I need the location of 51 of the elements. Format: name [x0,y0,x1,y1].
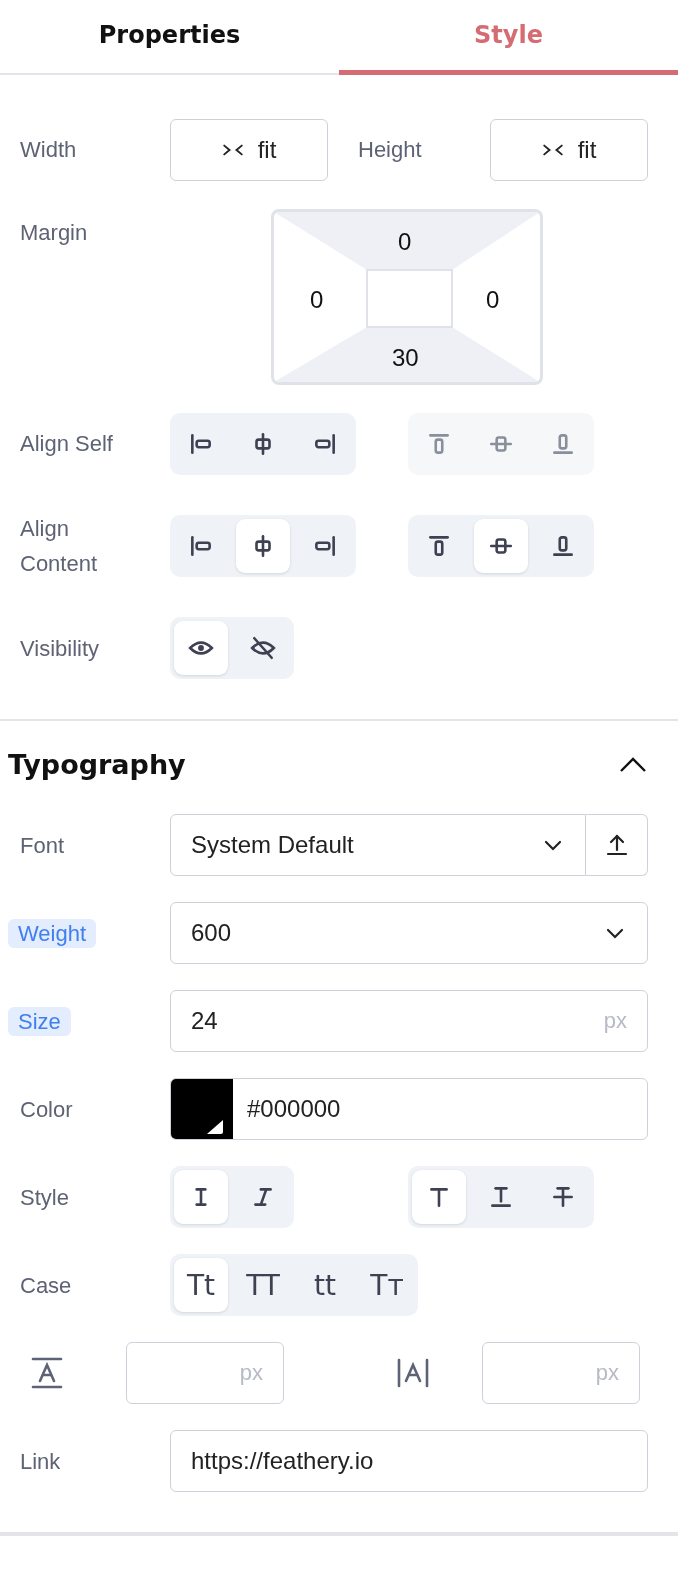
toggle-option[interactable] [174,1170,228,1225]
tab[interactable]: Properties [0,0,339,75]
field-label: Color [20,1095,74,1124]
section-title: Typography [8,749,186,781]
shrink-icon [541,143,564,157]
field-label: Align Self [20,430,114,459]
size-field[interactable]: 24 px [170,990,648,1053]
case-option[interactable]: Tt [174,1258,228,1313]
field-label: Height [357,137,423,163]
field-label: Size [8,1006,71,1036]
field-label: Margin [20,219,89,247]
color-value: #000000 [246,1095,341,1124]
case-option[interactable]: TT [236,1258,290,1313]
margin-left-value[interactable]: 0 [310,286,324,314]
margin-editor[interactable]: 0 0 0 30 [271,209,543,385]
fit-button[interactable]: fit [490,119,648,181]
upload-button[interactable] [586,814,648,877]
upload-icon [604,833,629,858]
field-label: Style [20,1183,70,1212]
field-label: Link [20,1447,62,1476]
margin-right-value[interactable]: 0 [486,286,500,314]
eye-off-icon [250,635,276,662]
toggle-option[interactable] [412,1170,466,1225]
field-label: Width [20,136,78,165]
unit-label: px [239,1360,263,1387]
color-field[interactable]: #000000 [170,1078,648,1141]
unit-label: px [603,1008,627,1035]
align-left-icon [188,431,214,457]
unit-label: px [595,1360,619,1387]
field-label: Case [20,1271,73,1300]
field-label: Font [20,831,66,860]
case-option[interactable]: tt [298,1258,352,1313]
field-label: Visibility [20,634,101,663]
toggle-option[interactable] [236,519,290,574]
link-field[interactable]: https://feathery.io [170,1430,648,1493]
margin-top-value[interactable]: 0 [398,228,412,256]
case-option[interactable]: Tᴛ [360,1258,414,1313]
toggle-option[interactable] [474,519,528,574]
align-right-icon [312,431,338,457]
align-bottom-icon [550,431,576,457]
shrink-icon [221,143,244,157]
align-top-icon [426,431,452,457]
color-swatch[interactable] [171,1079,233,1140]
field-label: Weight [8,918,97,948]
field-label: Align Content [20,515,99,579]
font-dropdown[interactable]: System Default [170,814,586,877]
toggle-option[interactable] [174,621,228,676]
fit-button[interactable]: fit [170,119,328,181]
margin-bottom-value[interactable]: 30 [392,344,419,372]
weight-dropdown[interactable]: 600 [170,902,648,965]
line-height-icon [30,1356,64,1391]
